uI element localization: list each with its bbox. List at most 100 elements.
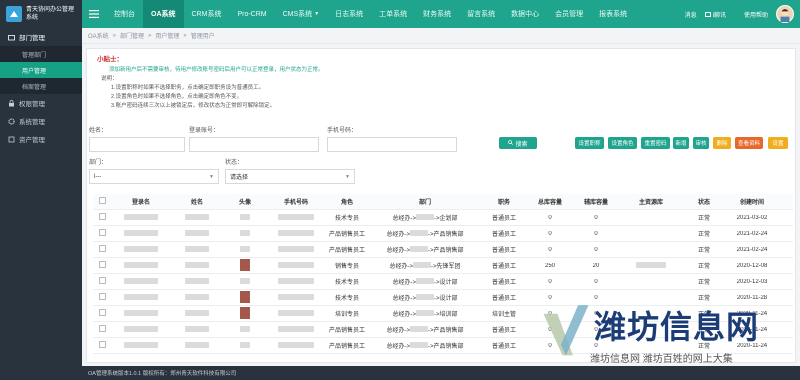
column-header[interactable]: 姓名 — [171, 197, 223, 206]
tab-console[interactable]: 控制台 — [106, 0, 143, 28]
column-header[interactable]: 职务 — [481, 197, 527, 206]
redacted-text — [240, 325, 250, 332]
column-header[interactable]: 手机号码 — [267, 197, 325, 206]
phone-cell — [267, 261, 325, 270]
set-role-button[interactable]: 设置角色 — [608, 137, 637, 149]
date-cell: 2020-12-03 — [736, 278, 768, 285]
redacted-text — [278, 309, 314, 316]
tab-crm[interactable]: CRM系统 — [184, 0, 230, 28]
table-row[interactable]: 产品销售员工 总经办-> ->产品销售部 普通员工 0 0 正常 2021-02-24 — [93, 242, 793, 258]
tab-ticket[interactable]: 工单系统 — [371, 0, 415, 28]
column-header[interactable]: 角色 — [325, 197, 369, 206]
phone-input[interactable] — [327, 137, 457, 152]
messages-link[interactable]: 消息 — [685, 10, 697, 19]
dept-cell: 总经办-> ->产品销售部 — [369, 229, 481, 238]
sidebar-item-label: 资产管理 — [19, 137, 45, 144]
help-link[interactable]: 使用帮助 — [744, 10, 768, 19]
tab-cms[interactable]: CMS系统 ▼ — [275, 0, 328, 28]
column-header[interactable]: 状态 — [683, 197, 725, 206]
redacted-text — [410, 326, 428, 332]
aux-capacity-cell: 0 — [594, 214, 598, 221]
sidebar-item-manage-dept[interactable]: 管理部门 — [0, 46, 82, 62]
account-input[interactable] — [189, 137, 319, 152]
set-title-button[interactable]: 设置职称 — [575, 137, 604, 149]
review-button[interactable]: 审核 — [693, 137, 709, 149]
settings-button[interactable]: 设置 — [768, 137, 788, 149]
add-button[interactable]: 新增 — [673, 137, 689, 149]
name-cell — [171, 309, 223, 318]
dept-path-start: 总经办-> — [386, 248, 410, 254]
name-cell — [171, 293, 223, 302]
dept-path-start: 总经办-> — [392, 312, 416, 318]
breadcrumb-item[interactable]: OA系统 — [88, 31, 109, 40]
sidebar-item-system[interactable]: 系统管理 — [0, 112, 82, 130]
breadcrumb-item[interactable]: 用户管理 — [155, 31, 179, 40]
row-checkbox[interactable] — [98, 213, 106, 220]
column-header[interactable]: 总库容量 — [527, 197, 573, 206]
row-checkbox[interactable] — [98, 309, 106, 316]
dept-path-end: ->设计部 — [434, 280, 458, 286]
search-button-label: 搜索 — [515, 141, 528, 148]
tab-finance[interactable]: 财务系统 — [415, 0, 459, 28]
select-all-checkbox[interactable] — [98, 197, 106, 204]
name-input[interactable] — [89, 137, 185, 152]
chat-link[interactable]: i聊讯 — [704, 10, 726, 19]
delete-button[interactable]: 删除 — [713, 137, 731, 149]
dept-path-end: ->培训部 — [434, 312, 458, 318]
tab-pro-crm[interactable]: Pro-CRM — [229, 0, 274, 28]
row-checkbox[interactable] — [98, 341, 106, 348]
aux-capacity-cell: 0 — [594, 246, 598, 253]
tab-data-center[interactable]: 数据中心 — [503, 0, 547, 28]
table-row[interactable]: 产品销售员工 总经办-> ->产品销售部 普通员工 0 0 正常 2021-02-24 — [93, 226, 793, 242]
menu-toggle-icon[interactable] — [82, 10, 106, 18]
avatar-cell — [223, 290, 267, 305]
user-avatar[interactable] — [776, 5, 794, 23]
tab-message[interactable]: 留言系统 — [459, 0, 503, 28]
redacted-text — [416, 214, 434, 220]
dept-cell: 总经办-> ->培训部 — [369, 309, 481, 318]
name-cell — [171, 277, 223, 286]
tab-oa[interactable]: OA系统 — [143, 0, 184, 28]
status-cell: 正常 — [697, 248, 710, 254]
chevron-down-icon: ▼ — [314, 11, 320, 17]
sidebar-item-dept[interactable]: 部门管理 — [0, 28, 82, 46]
row-checkbox[interactable] — [98, 293, 106, 300]
dept-select[interactable]: l--- ▼ — [89, 169, 219, 184]
status-cell: 正常 — [697, 280, 710, 286]
aux-capacity-cell: 0 — [594, 230, 598, 237]
row-checkbox[interactable] — [98, 325, 106, 332]
breadcrumb-item[interactable]: 部门管理 — [120, 31, 144, 40]
status-cell: 正常 — [697, 216, 710, 222]
row-checkbox[interactable] — [98, 261, 106, 268]
table-row[interactable]: 技术专员 总经办-> ->设计部 普通员工 0 0 正常 2020-12-03 — [93, 274, 793, 290]
reset-password-button[interactable]: 重置密码 — [641, 137, 670, 149]
redacted-text — [185, 325, 209, 332]
redacted-text — [240, 245, 250, 252]
table-row[interactable]: 技术专员 总经办-> ->企划部 普通员工 0 0 正常 2021-03-02 — [93, 210, 793, 226]
table-row[interactable]: 销售专员 总经办-> ->先锋军团 普通员工 250 20 正常 2020-12-08 — [93, 258, 793, 274]
chevron-down-icon: ▼ — [345, 173, 350, 180]
row-checkbox[interactable] — [98, 229, 106, 236]
row-checkbox[interactable] — [98, 245, 106, 252]
column-header[interactable]: 辅库容量 — [573, 197, 619, 206]
avatar-cell — [223, 229, 267, 238]
tab-log[interactable]: 日志系统 — [327, 0, 371, 28]
view-profile-button[interactable]: 查看资料 — [735, 137, 763, 149]
tab-members[interactable]: 会员管理 — [547, 0, 591, 28]
login-cell — [111, 277, 171, 286]
name-cell — [171, 261, 223, 270]
sidebar-item-archive[interactable]: 档案管理 — [0, 78, 82, 94]
sidebar-item-assets[interactable]: 资产管理 — [0, 130, 82, 148]
dept-cell: 总经办-> ->产品销售部 — [369, 341, 481, 350]
sidebar-item-users[interactable]: 用户管理 — [0, 62, 82, 78]
tab-reports[interactable]: 报表系统 — [591, 0, 635, 28]
sidebar-item-permission[interactable]: 权限管理 — [0, 94, 82, 112]
row-checkbox[interactable] — [98, 277, 106, 284]
search-button[interactable]: 搜索 — [499, 137, 537, 149]
column-header[interactable]: 主资源库 — [619, 197, 683, 206]
column-header[interactable]: 登录名 — [111, 197, 171, 206]
status-select[interactable]: 请选择 ▼ — [225, 169, 355, 184]
watermark: 潍坊信息网 潍坊信息网 潍坊百姓的网上大集 — [540, 300, 800, 380]
column-header[interactable]: 部门 — [369, 197, 481, 206]
column-header[interactable]: 创建时间 — [725, 197, 779, 206]
